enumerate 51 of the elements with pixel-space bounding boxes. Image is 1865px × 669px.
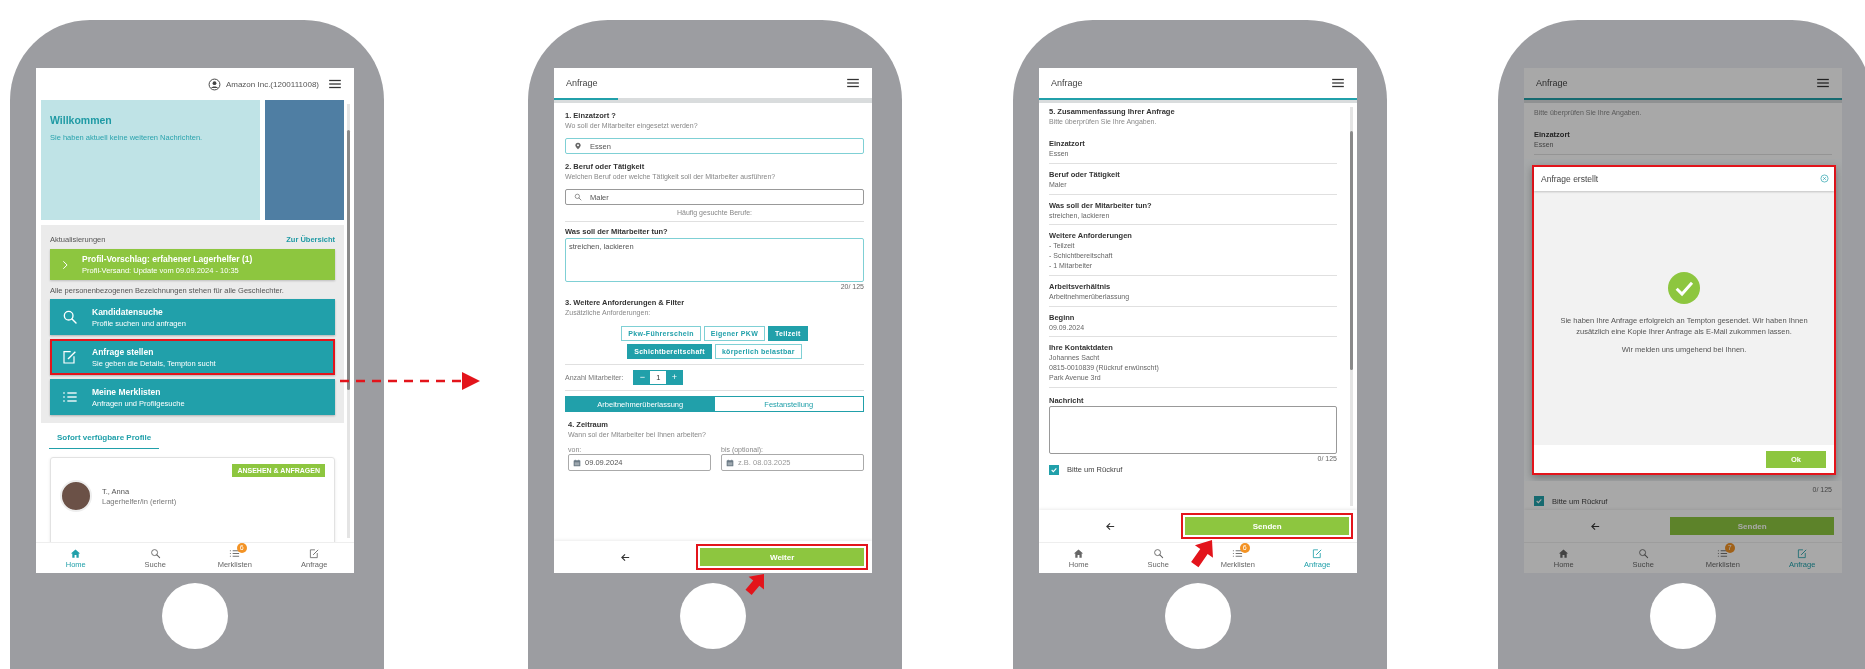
- message-field[interactable]: [1049, 405, 1337, 454]
- pointer-arrow: [745, 574, 764, 595]
- calendar-icon: [573, 458, 581, 467]
- home-icon: [1073, 547, 1085, 559]
- edit-icon: [1311, 547, 1323, 559]
- chevron-right-icon: [60, 259, 70, 270]
- menu-icon[interactable]: [1816, 76, 1830, 90]
- user-icon: [207, 77, 221, 91]
- list-icon: [229, 547, 241, 559]
- close-icon[interactable]: [1820, 174, 1829, 184]
- tile-title: Anfrage stellen: [92, 346, 155, 357]
- location-pin-icon: [574, 142, 582, 150]
- search-icon: [574, 193, 582, 201]
- back-arrow-icon[interactable]: [1104, 520, 1116, 532]
- dialog-title: Anfrage erstellt: [1541, 173, 1599, 184]
- checkbox[interactable]: [1049, 464, 1059, 475]
- edit-icon: [62, 349, 78, 365]
- avatar: [60, 480, 92, 512]
- edit-icon: [308, 547, 320, 559]
- tile-title: Kandidatensuche: [92, 306, 164, 317]
- back-arrow-icon[interactable]: [619, 551, 631, 563]
- page-title: Anfrage: [1536, 78, 1568, 88]
- edit-icon: [1796, 547, 1808, 559]
- home-icon: [1558, 547, 1570, 559]
- primary-button[interactable]: Weiter: [696, 544, 868, 570]
- checkmark-icon: [1668, 272, 1700, 305]
- back-arrow-icon[interactable]: [1589, 520, 1601, 532]
- tab[interactable]: Sofort verfügbare Profile: [49, 429, 160, 449]
- pointer-arrow: [1191, 540, 1213, 568]
- page-title: Anfrage: [1051, 78, 1083, 88]
- checkmark-icon: [1050, 465, 1058, 474]
- list-icon: [1717, 547, 1729, 559]
- tile-title: Meine Merklisten: [92, 386, 162, 397]
- search-icon: [1152, 547, 1164, 559]
- search-icon: [62, 309, 78, 325]
- welcome-title: Willkommen: [50, 114, 113, 126]
- primary-button[interactable]: Senden: [1181, 513, 1353, 539]
- menu-icon[interactable]: [1331, 76, 1345, 90]
- search-icon: [149, 547, 161, 559]
- home-icon: [70, 547, 82, 559]
- checkmark-icon: [1535, 497, 1543, 505]
- calendar-icon: [726, 458, 734, 467]
- list-icon: [1232, 547, 1244, 559]
- menu-icon[interactable]: [846, 76, 860, 90]
- account-name[interactable]: Amazon Inc.(1200111008): [225, 79, 319, 89]
- page-title: Anfrage: [566, 78, 598, 88]
- search-icon: [1637, 547, 1649, 559]
- checkbox[interactable]: [1534, 496, 1544, 506]
- card-title: Profil-Vorschlag: erfahener Lagerhelfer (1): [82, 254, 253, 264]
- list-icon: [62, 389, 78, 405]
- menu-icon[interactable]: [328, 77, 342, 91]
